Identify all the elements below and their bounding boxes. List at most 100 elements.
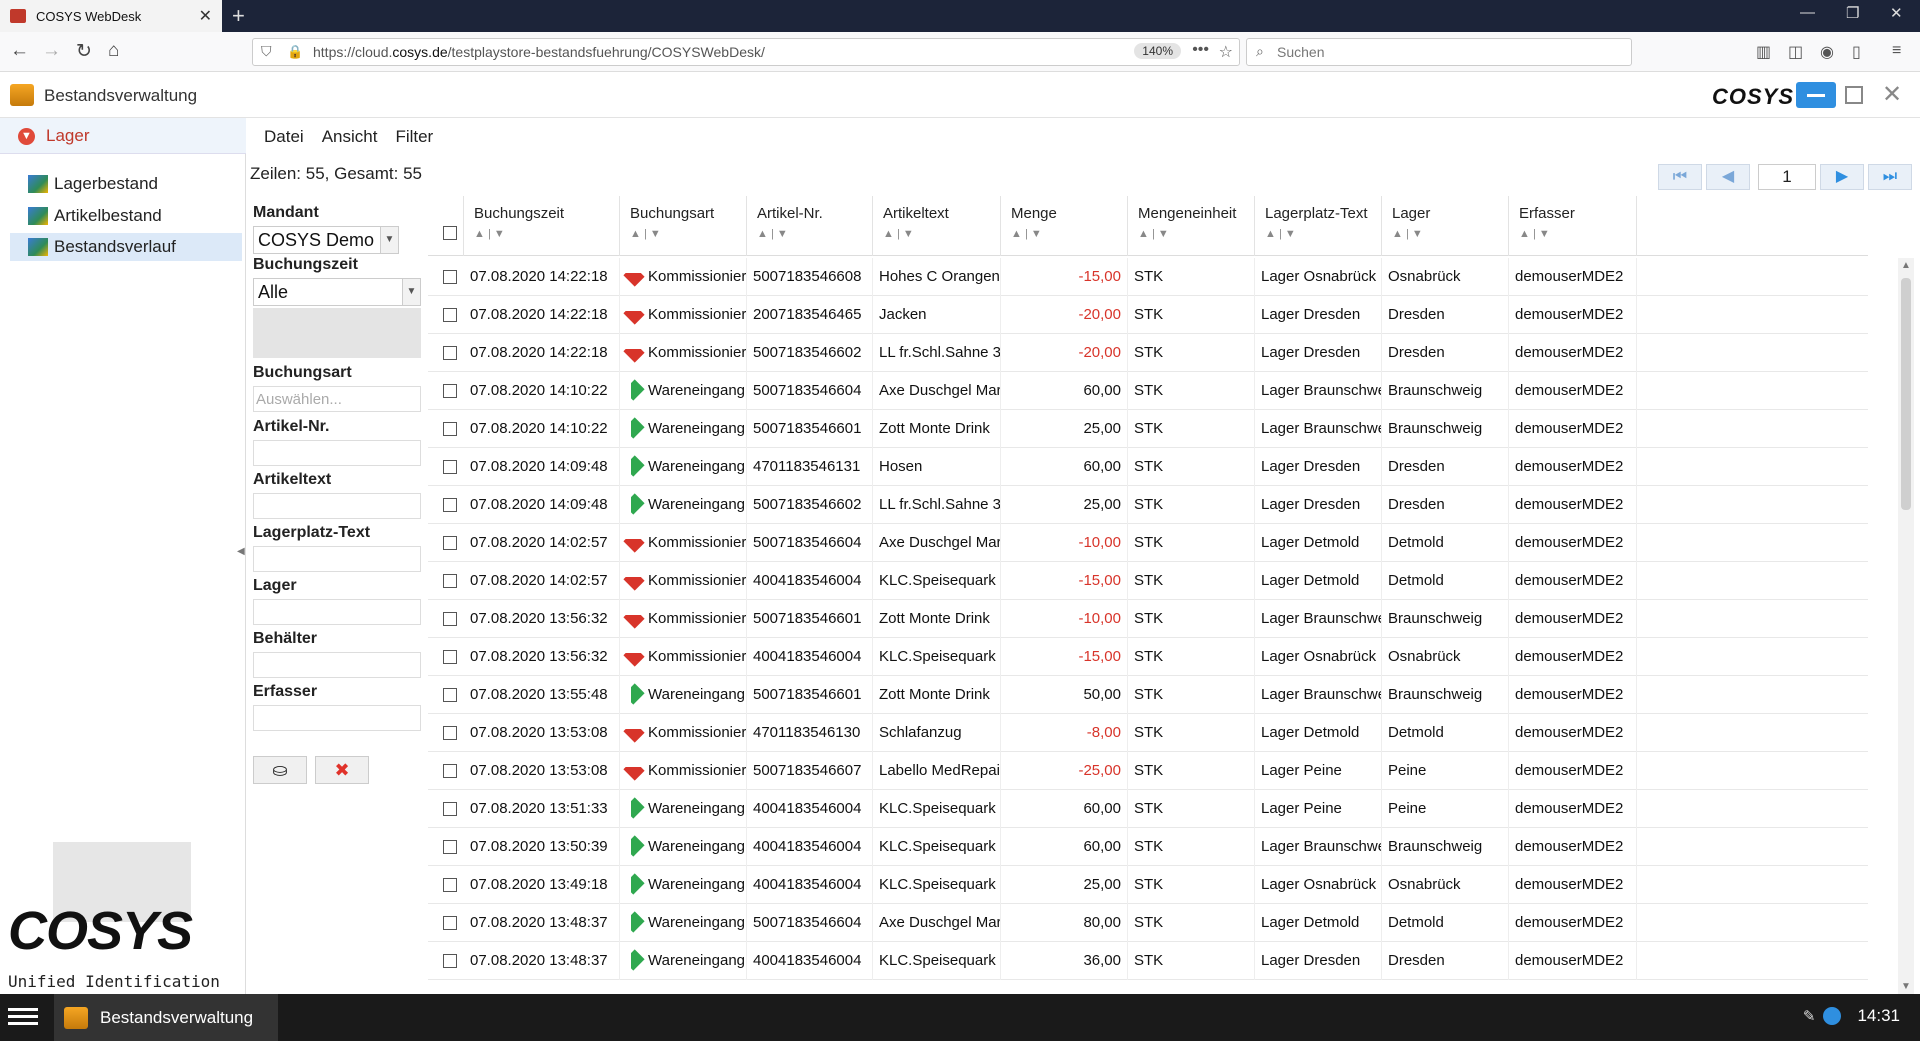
row-checkbox[interactable]	[443, 346, 457, 360]
zoom-level[interactable]: 140%	[1134, 43, 1181, 59]
row-checkbox[interactable]	[443, 422, 457, 436]
menu-datei[interactable]: Datei	[264, 127, 304, 147]
table-row[interactable]: 07.08.2020 14:09:48 Wareneingang 500718354…	[428, 486, 1868, 524]
menu-ansicht[interactable]: Ansicht	[322, 127, 378, 147]
row-checkbox[interactable]	[443, 308, 457, 322]
row-checkbox[interactable]	[443, 384, 457, 398]
sort-toggle-icon[interactable]: ▲ | ▼	[1392, 228, 1423, 240]
nav-section-lager[interactable]: ▼ Lager	[0, 118, 246, 154]
sort-toggle-icon[interactable]: ▲ | ▼	[1519, 228, 1550, 240]
window-close-icon[interactable]: ✕	[1890, 4, 1903, 22]
artikelnr-input[interactable]	[253, 440, 421, 466]
app-close-button[interactable]: ✕	[1882, 80, 1902, 109]
column-header-artikel-nr[interactable]: Artikel-Nr. ▲ | ▼	[747, 196, 873, 256]
close-tab-icon[interactable]: ✕	[199, 6, 212, 26]
row-checkbox[interactable]	[443, 574, 457, 588]
library-icon[interactable]: ▥	[1756, 42, 1771, 62]
reload-icon[interactable]: ↻	[76, 40, 92, 63]
scroll-up-icon[interactable]: ▲	[1901, 260, 1911, 271]
row-checkbox[interactable]	[443, 536, 457, 550]
nav-item-bestandsverlauf[interactable]: Bestandsverlauf	[10, 233, 242, 261]
window-minimize-icon[interactable]: —	[1800, 4, 1815, 21]
forward-icon[interactable]: →	[42, 40, 61, 62]
last-page-button[interactable]: ⏭	[1868, 164, 1912, 190]
nav-item-lagerbestand[interactable]: Lagerbestand	[10, 170, 242, 198]
row-checkbox[interactable]	[443, 954, 457, 968]
back-icon[interactable]: ←	[10, 40, 29, 62]
url-bar[interactable]: ⛉ 🔒 https://cloud. cosys.de/testplaystore…	[252, 38, 1240, 66]
buchungszeit-select[interactable]: Alle ▼	[253, 278, 421, 306]
clear-filter-button[interactable]: ✖	[315, 756, 369, 784]
row-checkbox[interactable]	[443, 878, 457, 892]
table-row[interactable]: 07.08.2020 14:02:57 Kommissionierung 50071…	[428, 524, 1868, 562]
new-tab-icon[interactable]: +	[232, 3, 245, 29]
table-row[interactable]: 07.08.2020 14:22:18 Kommissionierung 50071…	[428, 334, 1868, 372]
table-row[interactable]: 07.08.2020 13:49:18 Wareneingang 400418354…	[428, 866, 1868, 904]
table-row[interactable]: 07.08.2020 13:48:37 Wareneingang 500718354…	[428, 904, 1868, 942]
chevron-down-icon[interactable]: ▼	[402, 279, 420, 305]
column-header-erfasser[interactable]: Erfasser ▲ | ▼	[1509, 196, 1637, 256]
next-page-button[interactable]: ▶	[1820, 164, 1864, 190]
table-row[interactable]: 07.08.2020 13:53:08 Kommissionierung 50071…	[428, 752, 1868, 790]
table-row[interactable]: 07.08.2020 14:02:57 Kommissionierung 40041…	[428, 562, 1868, 600]
extension-icon[interactable]: ▯	[1852, 42, 1861, 62]
app-minimize-button[interactable]	[1796, 82, 1836, 108]
table-row[interactable]: 07.08.2020 13:56:32 Kommissionierung 40041…	[428, 638, 1868, 676]
column-header-artikeltext[interactable]: Artikeltext ▲ | ▼	[873, 196, 1001, 256]
vertical-scrollbar[interactable]: ▲ ▼	[1898, 258, 1914, 994]
taskbar-app-bestandsverwaltung[interactable]: Bestandsverwaltung	[54, 994, 278, 1041]
page-actions-icon[interactable]: •••	[1192, 41, 1209, 59]
menu-icon[interactable]: ≡	[1892, 42, 1901, 60]
scroll-thumb[interactable]	[1901, 278, 1911, 510]
search-binoculars-button[interactable]: ⛀	[253, 756, 307, 784]
column-header-buchungsart[interactable]: Buchungsart ▲ | ▼	[620, 196, 747, 256]
lock-icon[interactable]: 🔒	[287, 44, 303, 60]
column-header-buchungszeit[interactable]: Buchungszeit ▲ | ▼	[464, 196, 620, 256]
row-checkbox[interactable]	[443, 650, 457, 664]
sort-toggle-icon[interactable]: ▲ | ▼	[1265, 228, 1296, 240]
sidebar-toggle-icon[interactable]: ◫	[1788, 42, 1803, 62]
window-restore-icon[interactable]: ❐	[1846, 4, 1859, 22]
row-checkbox[interactable]	[443, 460, 457, 474]
column-header-lagerplatz-text[interactable]: Lagerplatz-Text ▲ | ▼	[1255, 196, 1382, 256]
prev-page-button[interactable]: ◀	[1706, 164, 1750, 190]
mandant-select[interactable]: COSYS Demo ▼	[253, 226, 399, 254]
scroll-down-icon[interactable]: ▼	[1901, 981, 1911, 992]
menu-filter[interactable]: Filter	[395, 127, 433, 147]
account-icon[interactable]: ◉	[1820, 42, 1834, 62]
bookmark-star-icon[interactable]: ☆	[1219, 42, 1233, 62]
first-page-button[interactable]: ⏮	[1658, 164, 1702, 190]
row-checkbox[interactable]	[443, 612, 457, 626]
row-checkbox[interactable]	[443, 764, 457, 778]
column-header-menge[interactable]: Menge ▲ | ▼	[1001, 196, 1128, 256]
sort-toggle-icon[interactable]: ▲ | ▼	[1011, 228, 1042, 240]
behaelter-input[interactable]	[253, 652, 421, 678]
row-checkbox[interactable]	[443, 688, 457, 702]
row-checkbox[interactable]	[443, 840, 457, 854]
sort-toggle-icon[interactable]: ▲ | ▼	[1138, 228, 1169, 240]
sort-toggle-icon[interactable]: ▲ | ▼	[883, 228, 914, 240]
start-menu-button[interactable]	[8, 1004, 40, 1030]
table-row[interactable]: 07.08.2020 14:10:22 Wareneingang 500718354…	[428, 372, 1868, 410]
info-icon[interactable]	[1823, 1007, 1842, 1025]
table-row[interactable]: 07.08.2020 14:10:22 Wareneingang 500718354…	[428, 410, 1868, 448]
table-row[interactable]: 07.08.2020 14:22:18 Kommissionierung 50071…	[428, 258, 1868, 296]
sort-toggle-icon[interactable]: ▲ | ▼	[474, 228, 505, 240]
sort-toggle-icon[interactable]: ▲ | ▼	[757, 228, 788, 240]
row-checkbox[interactable]	[443, 498, 457, 512]
table-row[interactable]: 07.08.2020 14:09:48 Wareneingang 470118354…	[428, 448, 1868, 486]
row-checkbox[interactable]	[443, 916, 457, 930]
chevron-down-icon[interactable]: ▼	[380, 227, 398, 253]
lager-input[interactable]	[253, 599, 421, 625]
table-row[interactable]: 07.08.2020 14:22:18 Kommissionierung 20071…	[428, 296, 1868, 334]
page-number[interactable]: 1	[1758, 164, 1816, 190]
sort-toggle-icon[interactable]: ▲ | ▼	[630, 228, 661, 240]
artikeltext-input[interactable]	[253, 493, 421, 519]
erfasser-input[interactable]	[253, 705, 421, 731]
table-row[interactable]: 07.08.2020 13:51:33 Wareneingang 400418354…	[428, 790, 1868, 828]
network-icon[interactable]: ✎	[1803, 1007, 1816, 1025]
column-header-lager[interactable]: Lager ▲ | ▼	[1382, 196, 1509, 256]
row-checkbox[interactable]	[443, 270, 457, 284]
home-icon[interactable]: ⌂	[108, 40, 119, 62]
browser-search-box[interactable]: ⌕ Suchen	[1246, 38, 1632, 66]
